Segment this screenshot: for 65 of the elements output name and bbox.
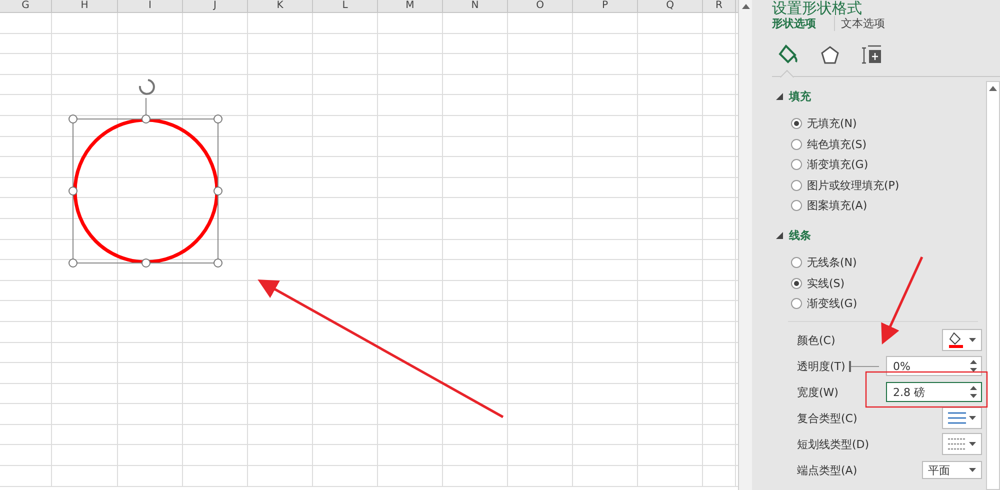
column-header[interactable]: P bbox=[573, 0, 638, 12]
collapse-icon[interactable] bbox=[776, 232, 783, 239]
column-header[interactable]: L bbox=[313, 0, 378, 12]
paint-bucket-icon bbox=[777, 44, 799, 66]
slider-track[interactable] bbox=[849, 360, 880, 372]
circle-shape[interactable] bbox=[73, 118, 219, 264]
radio-option[interactable]: 图案填充(A) bbox=[776, 196, 986, 216]
section-title[interactable]: 填充 bbox=[789, 88, 811, 104]
radio-button[interactable] bbox=[791, 118, 802, 130]
radio-button[interactable] bbox=[791, 278, 802, 289]
radio-option[interactable]: 实线(S) bbox=[776, 272, 986, 294]
radio-option[interactable]: 渐变填充(G) bbox=[776, 154, 986, 176]
size-icon bbox=[862, 45, 882, 65]
property-label: 复合类型(C) bbox=[797, 410, 858, 426]
vertical-scrollbar[interactable] bbox=[738, 0, 752, 490]
column-header[interactable]: Q bbox=[638, 0, 703, 12]
column-header[interactable]: R bbox=[703, 0, 736, 12]
caret-icon bbox=[968, 338, 976, 342]
radio-button[interactable] bbox=[791, 257, 802, 268]
caret-icon bbox=[969, 442, 976, 446]
radio-button[interactable] bbox=[791, 200, 802, 212]
section-title[interactable]: 线条 bbox=[789, 228, 811, 243]
radio-button[interactable] bbox=[791, 180, 802, 191]
outline-color-button[interactable] bbox=[942, 329, 982, 351]
pane-tab[interactable]: 形状选项 bbox=[772, 16, 822, 31]
radio-option[interactable]: 无线条(N) bbox=[776, 252, 986, 273]
paint-bucket-icon bbox=[948, 332, 964, 348]
radio-button[interactable] bbox=[791, 298, 802, 310]
property-label: 宽度(W) bbox=[797, 384, 838, 400]
column-header[interactable]: N bbox=[443, 0, 508, 12]
column-header[interactable]: M bbox=[378, 0, 443, 12]
width-field[interactable]: 2.8 磅 bbox=[886, 382, 982, 402]
dashed-lines-icon bbox=[948, 438, 966, 450]
slider-thumb[interactable] bbox=[849, 360, 852, 372]
radio-option[interactable]: 图片或纹理填充(P) bbox=[776, 175, 986, 196]
column-header[interactable]: J bbox=[183, 0, 248, 12]
pane-tab[interactable]: 文本选项 bbox=[834, 16, 891, 31]
radio-option[interactable]: 渐变线(G) bbox=[776, 293, 986, 314]
pentagon-icon bbox=[820, 45, 840, 65]
property-label: 颜色(C) bbox=[797, 332, 836, 348]
selection-frame[interactable] bbox=[68, 79, 222, 268]
property-label: 短划线类型(D) bbox=[797, 436, 870, 452]
cap-type-dropdown[interactable]: 平面 bbox=[922, 461, 982, 479]
lines-icon bbox=[948, 412, 966, 424]
property-label: 透明度(T) bbox=[797, 358, 846, 374]
radio-option[interactable]: 纯色填充(S) bbox=[776, 134, 986, 154]
column-header[interactable]: O bbox=[508, 0, 573, 12]
radio-option[interactable]: 无填充(N) bbox=[776, 113, 986, 134]
spin-arrows-icon[interactable] bbox=[970, 359, 977, 373]
radio-button[interactable] bbox=[791, 138, 802, 150]
column-header[interactable]: K bbox=[248, 0, 313, 12]
caret-icon bbox=[969, 468, 976, 472]
pane-title: 设置形状格式 bbox=[772, 0, 862, 17]
column-header[interactable]: I bbox=[118, 0, 183, 12]
property-label: 端点类型(A) bbox=[797, 462, 858, 478]
compound-type-button[interactable] bbox=[942, 407, 982, 429]
pane-scrollbar[interactable] bbox=[986, 81, 1000, 490]
transparency-field[interactable]: 0% bbox=[886, 356, 982, 376]
column-header[interactable]: H bbox=[52, 0, 118, 12]
column-header[interactable]: G bbox=[0, 0, 52, 12]
radio-button[interactable] bbox=[791, 159, 802, 170]
collapse-icon[interactable] bbox=[776, 92, 783, 100]
caret-icon bbox=[969, 416, 976, 420]
spin-arrows-icon[interactable] bbox=[970, 385, 977, 399]
dash-type-button[interactable] bbox=[942, 433, 982, 455]
